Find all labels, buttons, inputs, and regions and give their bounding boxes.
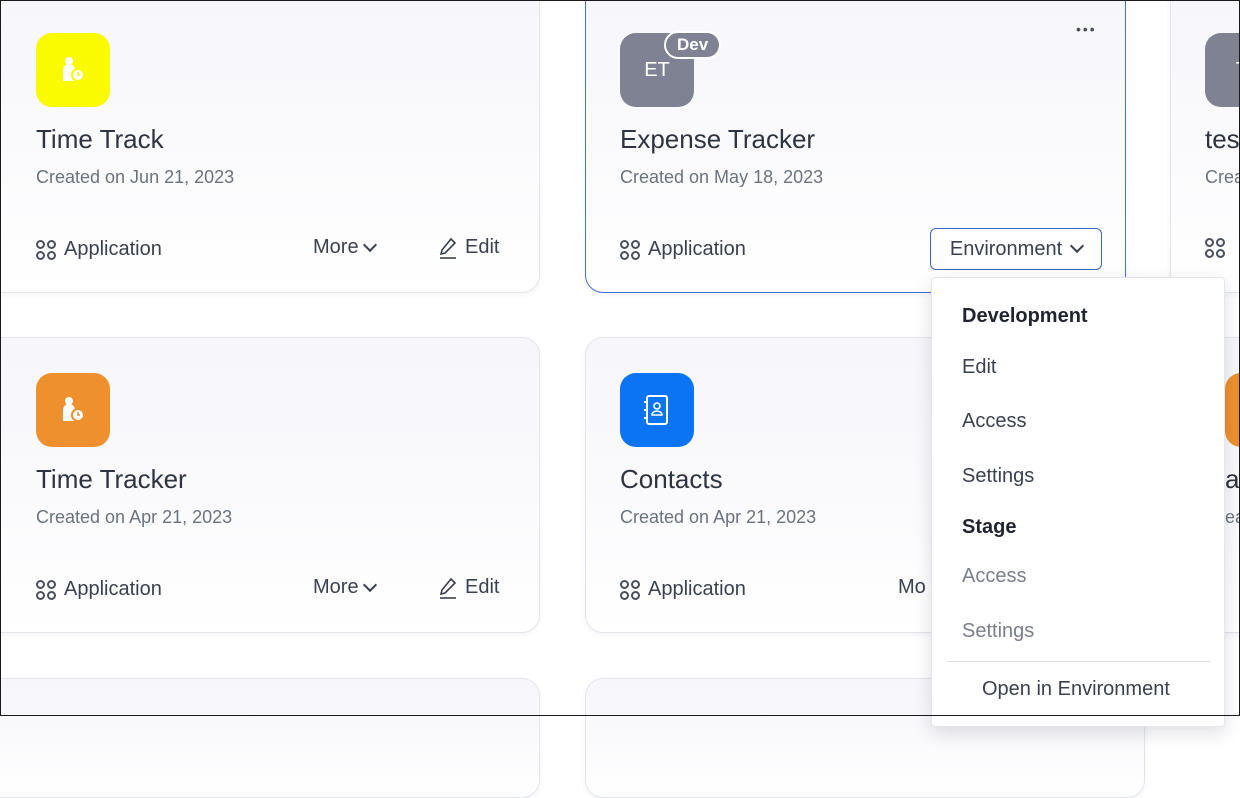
app-title[interactable]: Contacts xyxy=(620,464,723,495)
person-clock-icon xyxy=(36,33,110,107)
more-label: More xyxy=(313,576,359,598)
menu-item-stage-settings[interactable]: Settings xyxy=(962,620,1034,643)
edit-label: Edit xyxy=(465,236,500,258)
contact-book-icon xyxy=(620,373,694,447)
app-type-label: Application xyxy=(64,578,162,600)
edit-button[interactable]: Edit xyxy=(439,576,499,599)
app-created-date: Created on May 18, 2023 xyxy=(620,167,824,187)
app-card-time-tracker[interactable]: Time Tracker Created on Apr 21, 2023 App… xyxy=(0,337,540,633)
app-type: Application xyxy=(36,578,162,601)
app-card-partial-top-right[interactable]: T tes Crea xyxy=(1170,0,1240,293)
pencil-icon xyxy=(439,237,457,259)
environment-label: Environment xyxy=(949,237,1063,260)
chevron-down-icon xyxy=(1070,238,1085,254)
menu-item-stage-access[interactable]: Access xyxy=(962,565,1026,588)
app-type: Application xyxy=(620,578,746,601)
development-section-header: Development xyxy=(962,305,1088,327)
application-grid-icon xyxy=(1205,238,1225,258)
app-card-partial-bottom-left[interactable] xyxy=(0,678,540,798)
app-type: Application xyxy=(620,238,746,261)
person-clock-icon xyxy=(36,373,110,447)
app-created-date: Crea xyxy=(1205,167,1240,187)
edit-label: Edit xyxy=(465,576,500,598)
chevron-down-icon xyxy=(362,237,377,252)
environment-dropdown-menu: Development Edit Access Settings Stage A… xyxy=(931,277,1225,727)
edit-button[interactable]: Edit xyxy=(439,236,499,259)
app-created-date: Created on Jun 21, 2023 xyxy=(36,167,235,187)
more-options-icon[interactable]: ••• xyxy=(1076,21,1097,37)
more-label: Mo xyxy=(898,576,926,598)
more-dropdown-button[interactable]: More xyxy=(313,576,377,599)
application-grid-icon xyxy=(620,579,640,600)
menu-item-development-edit[interactable]: Edit xyxy=(962,356,996,379)
app-initials-avatar: C xyxy=(1225,373,1240,447)
app-card-time-track[interactable]: Time Track Created on Jun 21, 2023 Appli… xyxy=(0,0,540,293)
pencil-icon xyxy=(439,577,457,599)
app-title[interactable]: af xyxy=(1225,464,1240,495)
app-type-label: Application xyxy=(64,238,162,260)
app-title[interactable]: Time Tracker xyxy=(36,464,187,495)
application-grid-icon xyxy=(620,239,640,260)
environment-dropdown-button[interactable]: Environment xyxy=(930,228,1102,270)
app-title[interactable]: tes xyxy=(1205,124,1240,155)
menu-divider xyxy=(947,661,1210,662)
app-created-date: ea xyxy=(1225,507,1240,527)
stage-section-header: Stage xyxy=(962,516,1017,538)
app-created-date: Created on Apr 21, 2023 xyxy=(620,507,817,527)
app-type: Application xyxy=(36,238,162,261)
app-card-expense-tracker[interactable]: ET Dev ••• Expense Tracker Created on Ma… xyxy=(585,0,1126,293)
open-in-environment-button[interactable]: Open in Environment xyxy=(982,678,1170,701)
app-type xyxy=(1205,238,1225,258)
chevron-down-icon xyxy=(362,577,377,592)
more-dropdown-button[interactable]: Mo xyxy=(898,576,926,599)
dev-environment-badge: Dev xyxy=(664,31,722,59)
more-dropdown-button[interactable]: More xyxy=(313,236,377,259)
app-initials-avatar: T xyxy=(1205,33,1240,107)
app-type-label: Application xyxy=(648,578,746,600)
app-created-date: Created on Apr 21, 2023 xyxy=(36,507,233,527)
menu-item-development-access[interactable]: Access xyxy=(962,410,1026,433)
app-title[interactable]: Expense Tracker xyxy=(620,124,815,155)
app-type-label: Application xyxy=(648,238,746,260)
application-grid-icon xyxy=(36,579,56,600)
more-label: More xyxy=(313,236,359,258)
menu-item-development-settings[interactable]: Settings xyxy=(962,465,1034,488)
app-title[interactable]: Time Track xyxy=(36,124,164,155)
application-grid-icon xyxy=(36,239,56,260)
